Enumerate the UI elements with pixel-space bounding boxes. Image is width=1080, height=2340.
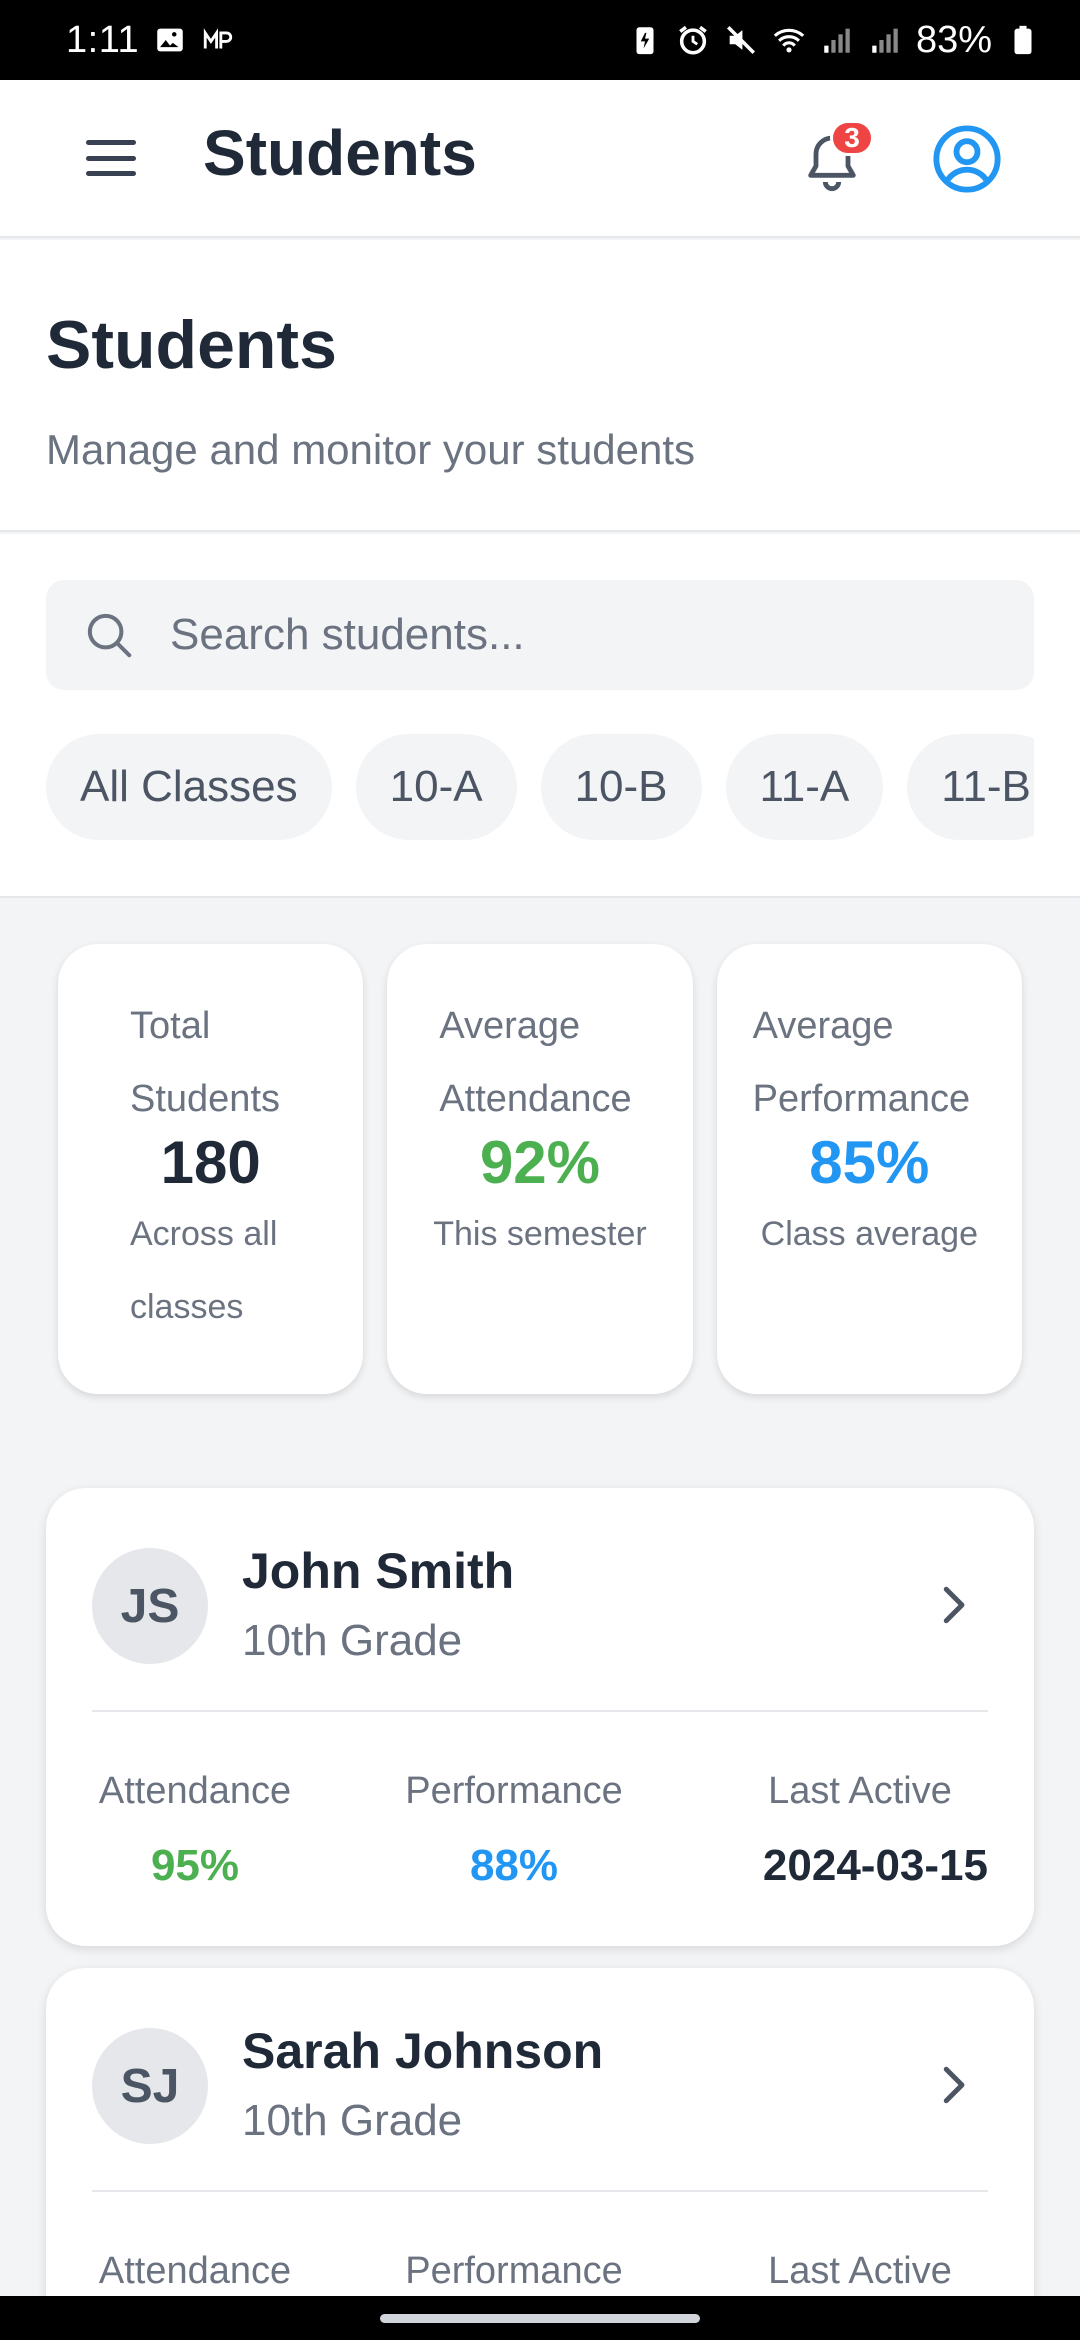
student-name: Sarah Johnson	[242, 2023, 604, 2079]
profile-button[interactable]	[932, 124, 1002, 194]
filter-chip-11b[interactable]: 11-B	[907, 734, 1034, 840]
stat-label: Average	[439, 1005, 581, 1047]
status-bar: 1:11 83%	[0, 0, 1080, 80]
metric-last-active: Last Active 2024-03-15	[732, 1766, 988, 1894]
signal-icon	[868, 23, 902, 57]
stat-label: Average	[752, 1005, 894, 1047]
stat-card-average-attendance: Average Attendance 92% This semester	[387, 944, 693, 1394]
metric-label: Attendance	[98, 1770, 292, 1812]
notification-badge: 3	[830, 120, 874, 156]
metric-attendance: Attendance 95%	[92, 1766, 298, 1894]
metric-label: Attendance	[98, 2250, 292, 2292]
mute-icon	[724, 23, 758, 57]
stat-label: Total	[130, 1005, 211, 1047]
metric-label: Performance	[405, 1770, 623, 1812]
alarm-icon	[676, 23, 710, 57]
avatar: JS	[92, 1548, 208, 1664]
metric-value: 88%	[469, 1841, 559, 1890]
app-bar-title: Students	[203, 117, 477, 189]
metric-label: Performance	[405, 2250, 623, 2292]
chevron-right-icon[interactable]	[926, 2058, 980, 2112]
metric-last-active: Last Active	[732, 2246, 988, 2296]
stat-label: Attendance	[439, 1078, 632, 1120]
student-name: John Smith	[242, 1543, 515, 1599]
metric-performance: Performance 88%	[398, 1766, 630, 1894]
card-divider	[92, 2190, 988, 2192]
student-grade: 10th Grade	[242, 1616, 463, 1665]
chevron-right-icon[interactable]	[926, 1578, 980, 1632]
stats-row: Total Students 180 Across all classes Av…	[58, 944, 1022, 1396]
home-gesture-handle[interactable]	[380, 2314, 700, 2323]
stat-note: Across all	[130, 1215, 278, 1253]
filter-section: All Classes 10-A 10-B 11-A 11-B	[0, 534, 1080, 898]
metric-value: 95%	[150, 1841, 240, 1890]
filter-chip-10a[interactable]: 10-A	[355, 734, 517, 840]
page-header: Students Manage and monitor your student…	[0, 240, 1080, 532]
stat-value: 85%	[809, 1129, 930, 1196]
signal-icon	[820, 23, 854, 57]
battery-icon	[1006, 23, 1040, 57]
page-title: Students	[46, 307, 337, 383]
vpn-icon	[201, 23, 235, 57]
metric-label: Last Active	[768, 1770, 952, 1812]
student-card[interactable]: SJ Sarah Johnson 10th Grade Attendance P…	[46, 1968, 1034, 2340]
page-subtitle: Manage and monitor your students	[46, 426, 696, 473]
metric-label: Last Active	[768, 2250, 952, 2292]
metric-attendance: Attendance	[92, 2246, 298, 2296]
class-filter-chips: All Classes 10-A 10-B 11-A 11-B	[46, 734, 1034, 844]
stat-value: 180	[160, 1129, 261, 1196]
notifications-button[interactable]: 3	[800, 120, 874, 196]
stat-card-total-students: Total Students 180 Across all classes	[58, 944, 364, 1394]
wifi-icon	[772, 23, 806, 57]
stat-note: classes	[130, 1288, 244, 1326]
user-circle-icon	[933, 125, 1001, 193]
menu-line	[86, 140, 136, 145]
student-card[interactable]: JS John Smith 10th Grade Attendance 95% …	[46, 1488, 1034, 1946]
stat-note: This semester	[433, 1215, 647, 1253]
gallery-icon	[153, 23, 187, 57]
search-icon	[82, 608, 136, 662]
metric-performance: Performance	[398, 2246, 630, 2296]
filter-chip-11a[interactable]: 11-A	[725, 734, 884, 840]
system-nav-bar	[0, 2296, 1080, 2340]
stat-value: 92%	[479, 1129, 601, 1196]
student-grade: 10th Grade	[242, 2096, 463, 2145]
status-time: 1:11	[66, 18, 140, 61]
stat-label: Students	[130, 1078, 280, 1120]
avatar: SJ	[92, 2028, 208, 2144]
stat-label: Performance	[752, 1078, 971, 1120]
battery-saver-icon	[628, 23, 662, 57]
search-input[interactable]	[170, 580, 1010, 690]
app-bar: Students 3	[0, 80, 1080, 238]
filter-chip-all-classes[interactable]: All Classes	[46, 734, 332, 840]
stat-note: Class average	[760, 1215, 978, 1253]
metric-value: 2024-03-15	[762, 1841, 988, 1890]
search-box[interactable]	[46, 580, 1034, 690]
card-divider	[92, 1710, 988, 1712]
menu-icon[interactable]	[80, 132, 142, 184]
stat-card-average-performance: Average Performance 85% Class average	[716, 944, 1022, 1394]
filter-chip-10b[interactable]: 10-B	[540, 734, 702, 840]
menu-line	[86, 171, 136, 176]
battery-percent: 83%	[915, 18, 992, 61]
menu-line	[86, 155, 136, 161]
